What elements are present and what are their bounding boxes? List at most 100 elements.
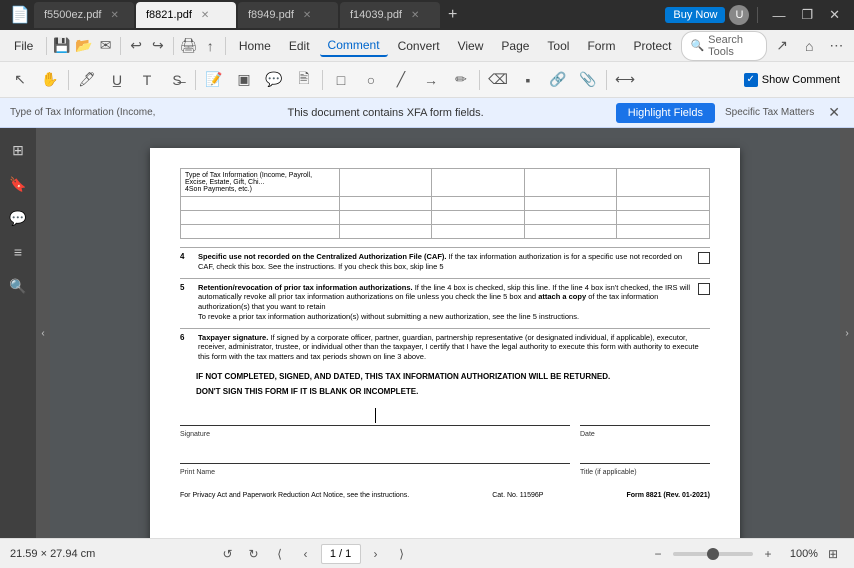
table-cell bbox=[181, 225, 340, 239]
share-icon[interactable]: ↑ bbox=[200, 33, 220, 59]
print-icon[interactable]: 🖨 bbox=[179, 33, 199, 59]
highlight-fields-button[interactable]: Highlight Fields bbox=[616, 103, 715, 123]
sidebar-icon-search[interactable]: 🔍 bbox=[4, 272, 32, 300]
signature-line[interactable] bbox=[180, 406, 570, 426]
row-content-5: Retention/revocation of prior tax inform… bbox=[198, 283, 692, 322]
note-tool[interactable]: 📝 bbox=[200, 67, 228, 93]
rotate-ccw-icon[interactable]: ↺ bbox=[217, 543, 239, 565]
tab-f14039[interactable]: f14039.pdf ✕ bbox=[340, 2, 440, 28]
app-icon[interactable]: 📄 bbox=[8, 3, 32, 27]
row-content-4: Specific use not recorded on the Central… bbox=[198, 252, 692, 272]
menu-page[interactable]: Page bbox=[493, 36, 537, 56]
main-area: ⊞ 🔖 💬 ≡ 🔍 ‹ Type of Tax Information (Inc… bbox=[0, 128, 854, 538]
prev-page-button[interactable]: ‹ bbox=[295, 543, 317, 565]
distance-tool[interactable]: ⟷ bbox=[611, 67, 639, 93]
bottom-bar: 21.59 × 27.94 cm ↺ ↻ ⟨ ‹ › ⟩ − + 100% ⊞ bbox=[0, 538, 854, 568]
menu-form[interactable]: Form bbox=[579, 36, 623, 56]
page-input[interactable] bbox=[321, 544, 361, 564]
shape-tool[interactable]: □ bbox=[327, 67, 355, 93]
print-name-field bbox=[180, 444, 570, 464]
add-tab-button[interactable]: + bbox=[442, 6, 463, 24]
restore-button[interactable]: ❐ bbox=[795, 5, 819, 25]
table-cell bbox=[339, 169, 432, 197]
arrow-tool[interactable]: → bbox=[417, 67, 445, 93]
checkbox-5[interactable] bbox=[698, 283, 710, 295]
tab-f5500ez[interactable]: f5500ez.pdf ✕ bbox=[34, 2, 134, 28]
stamp-tool[interactable]: 🖹 bbox=[290, 67, 318, 93]
line-tool[interactable]: ╱ bbox=[387, 67, 415, 93]
external-link-icon[interactable]: ↗ bbox=[771, 33, 794, 59]
table-cell bbox=[617, 169, 710, 197]
next-page-button[interactable]: › bbox=[365, 543, 387, 565]
tab-close-icon[interactable]: ✕ bbox=[108, 9, 122, 22]
close-button[interactable]: ✕ bbox=[823, 5, 846, 25]
menu-home[interactable]: Home bbox=[231, 36, 279, 56]
more-icon[interactable]: ⋯ bbox=[825, 33, 848, 59]
tab-f8821[interactable]: f8821.pdf ✕ bbox=[136, 2, 236, 28]
email-icon[interactable]: ✉ bbox=[96, 33, 116, 59]
show-comment-label: Show Comment bbox=[762, 74, 840, 86]
collapse-left-button[interactable]: ‹ bbox=[36, 128, 50, 538]
menu-protect[interactable]: Protect bbox=[625, 36, 679, 56]
redact-tool[interactable]: ▪ bbox=[514, 67, 542, 93]
textbox-tool[interactable]: ▣ bbox=[230, 67, 258, 93]
redo-icon[interactable]: ↪ bbox=[148, 33, 168, 59]
pencil-tool[interactable]: ✏ bbox=[447, 67, 475, 93]
buy-now-button[interactable]: Buy Now bbox=[665, 7, 725, 23]
underline-tool[interactable]: U̲ bbox=[103, 67, 131, 93]
checkbox-4[interactable] bbox=[698, 252, 710, 264]
user-avatar[interactable]: U bbox=[729, 5, 749, 25]
table-cell bbox=[181, 211, 340, 225]
zoom-in-button[interactable]: + bbox=[757, 543, 779, 565]
undo-icon[interactable]: ↩ bbox=[126, 33, 146, 59]
save-icon[interactable]: 💾 bbox=[52, 33, 72, 59]
date-line[interactable] bbox=[580, 406, 710, 426]
menu-convert[interactable]: Convert bbox=[390, 36, 448, 56]
print-name-line[interactable] bbox=[180, 444, 570, 464]
open-icon[interactable]: 📂 bbox=[74, 33, 94, 59]
menu-view[interactable]: View bbox=[450, 36, 492, 56]
show-comment-toggle[interactable]: ✓ Show Comment bbox=[736, 70, 848, 90]
callout-tool[interactable]: 💬 bbox=[260, 67, 288, 93]
eraser-tool[interactable]: ⌫ bbox=[484, 67, 512, 93]
title-label-text: Title (if applicable) bbox=[580, 469, 710, 476]
fit-page-button[interactable]: ⊞ bbox=[822, 543, 844, 565]
select-tool[interactable]: ↖ bbox=[6, 67, 34, 93]
collapse-right-button[interactable]: › bbox=[840, 128, 854, 538]
date-label-text: Date bbox=[580, 431, 710, 438]
text-tool[interactable]: T bbox=[133, 67, 161, 93]
menu-tool[interactable]: Tool bbox=[539, 36, 577, 56]
tab-close-icon[interactable]: ✕ bbox=[198, 9, 212, 22]
sidebar-icon-comments[interactable]: 💬 bbox=[4, 204, 32, 232]
ellipse-tool[interactable]: ○ bbox=[357, 67, 385, 93]
tab-label: f5500ez.pdf bbox=[44, 9, 102, 21]
title-line[interactable] bbox=[580, 444, 710, 464]
rotate-cw-icon[interactable]: ↻ bbox=[243, 543, 265, 565]
xfa-close-button[interactable]: ✕ bbox=[824, 104, 844, 121]
search-box[interactable]: 🔍 Search Tools bbox=[681, 31, 766, 61]
strikethrough-tool[interactable]: S̶ bbox=[163, 67, 191, 93]
item5-text3: To revoke a prior tax information author… bbox=[198, 312, 579, 321]
menu-file[interactable]: File bbox=[6, 36, 41, 56]
sidebar-icon-layers[interactable]: ≡ bbox=[4, 238, 32, 266]
tab-close-icon[interactable]: ✕ bbox=[300, 9, 314, 22]
sidebar-icon-bookmarks[interactable]: 🔖 bbox=[4, 170, 32, 198]
table-cell bbox=[524, 225, 617, 239]
zoom-slider[interactable] bbox=[673, 552, 753, 556]
attach-tool[interactable]: 📎 bbox=[574, 67, 602, 93]
minimize-button[interactable]: — bbox=[766, 6, 791, 25]
link-tool[interactable]: 🔗 bbox=[544, 67, 572, 93]
last-page-button[interactable]: ⟩ bbox=[391, 543, 413, 565]
pdf-viewer[interactable]: Type of Tax Information (Income, Payroll… bbox=[50, 128, 840, 538]
sig-labels-1: Signature Date bbox=[180, 430, 710, 438]
first-page-button[interactable]: ⟨ bbox=[269, 543, 291, 565]
highlight-tool[interactable]: 🖊 bbox=[73, 67, 101, 93]
zoom-out-button[interactable]: − bbox=[647, 543, 669, 565]
tab-f8949[interactable]: f8949.pdf ✕ bbox=[238, 2, 338, 28]
menu-edit[interactable]: Edit bbox=[281, 36, 318, 56]
tab-close-icon[interactable]: ✕ bbox=[408, 9, 422, 22]
nav-up-icon[interactable]: ⌂ bbox=[798, 33, 821, 59]
menu-comment[interactable]: Comment bbox=[320, 35, 388, 57]
sidebar-icon-thumbnails[interactable]: ⊞ bbox=[4, 136, 32, 164]
hand-tool[interactable]: ✋ bbox=[36, 67, 64, 93]
